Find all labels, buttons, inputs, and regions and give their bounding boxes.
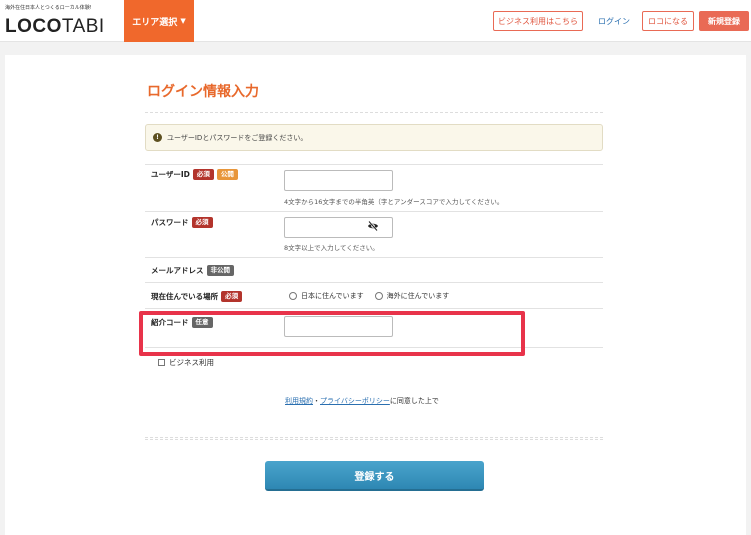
divider [145,112,603,113]
radio-japan-label[interactable]: 日本に住んでいます [301,291,364,301]
user-id-label-text: ユーザーID [151,170,190,179]
alert-icon: ! [153,133,162,142]
required-badge: 必須 [192,169,214,180]
agreement-text: 利用規約・プライバシーポリシーに同意した上で [285,396,439,406]
residence-label: 現在住んでいる場所 必須 [151,291,243,302]
signup-button[interactable]: 新規登録 [699,11,749,31]
row-divider [145,257,603,258]
password-hint: 8文字以上で入力してください。 [284,244,379,252]
login-link[interactable]: ログイン [598,11,630,31]
highlight-box [139,311,525,356]
row-divider [145,308,603,309]
row-divider [145,164,603,165]
public-badge: 公開 [216,169,238,180]
required-badge: 必須 [221,291,243,302]
radio-overseas[interactable] [374,292,383,300]
residence-radio-group: 日本に住んでいます 海外に住んでいます [289,291,449,301]
logo-tagline: 海外在住日本人とつくるローカル体験! [5,5,92,11]
logo-bold: LOCO [5,16,62,37]
email-label: メールアドレス 非公開 [151,265,234,276]
terms-link[interactable]: 利用規約 [285,397,313,405]
site-logo[interactable]: LOCOTABI [5,16,105,38]
area-select-label: エリア選択 [132,17,178,28]
eye-off-icon[interactable] [367,220,379,232]
chevron-down-icon: ▼ [180,17,186,25]
notice-text: ユーザーIDとパスワードをご登録ください。 [167,133,308,142]
business-use-button[interactable]: ビジネス利用はこちら [493,11,583,31]
row-divider [145,282,603,283]
business-use-checkbox[interactable] [158,359,165,366]
register-button[interactable]: 登録する [265,461,484,491]
divider [145,439,603,440]
business-use-label[interactable]: ビジネス利用 [169,357,214,368]
page-title: ログイン情報入力 [147,84,259,100]
radio-overseas-label[interactable]: 海外に住んでいます [387,291,450,301]
become-loco-button[interactable]: ロコになる [642,11,694,31]
area-select-button[interactable]: エリア選択 ▼ [124,0,194,42]
row-divider [145,211,603,212]
required-badge: 必須 [191,217,213,228]
private-badge: 非公開 [206,265,234,276]
residence-label-text: 現在住んでいる場所 [151,292,219,301]
password-label-text: パスワード [151,218,189,227]
agree-separator: ・ [313,397,320,405]
radio-japan[interactable] [289,292,297,300]
agree-suffix: に同意した上で [389,397,439,405]
divider [145,437,603,438]
site-header: 海外在住日本人とつくるローカル体験! LOCOTABI エリア選択 ▼ ビジネス… [0,0,751,42]
privacy-policy-link[interactable]: プライバシーポリシー [320,397,390,405]
password-label: パスワード 必須 [151,217,213,228]
logo-light: TABI [61,16,105,37]
user-id-input[interactable] [284,170,393,191]
email-label-text: メールアドレス [151,266,204,275]
business-use-checkbox-row[interactable]: ビジネス利用 [158,357,214,368]
user-id-hint: 4文字から16文字までの半角英（字とアンダースコアで入力してください。 [284,198,504,206]
notice-box: ! ユーザーIDとパスワードをご登録ください。 [145,124,603,151]
user-id-label: ユーザーID 必須 公開 [151,169,238,180]
